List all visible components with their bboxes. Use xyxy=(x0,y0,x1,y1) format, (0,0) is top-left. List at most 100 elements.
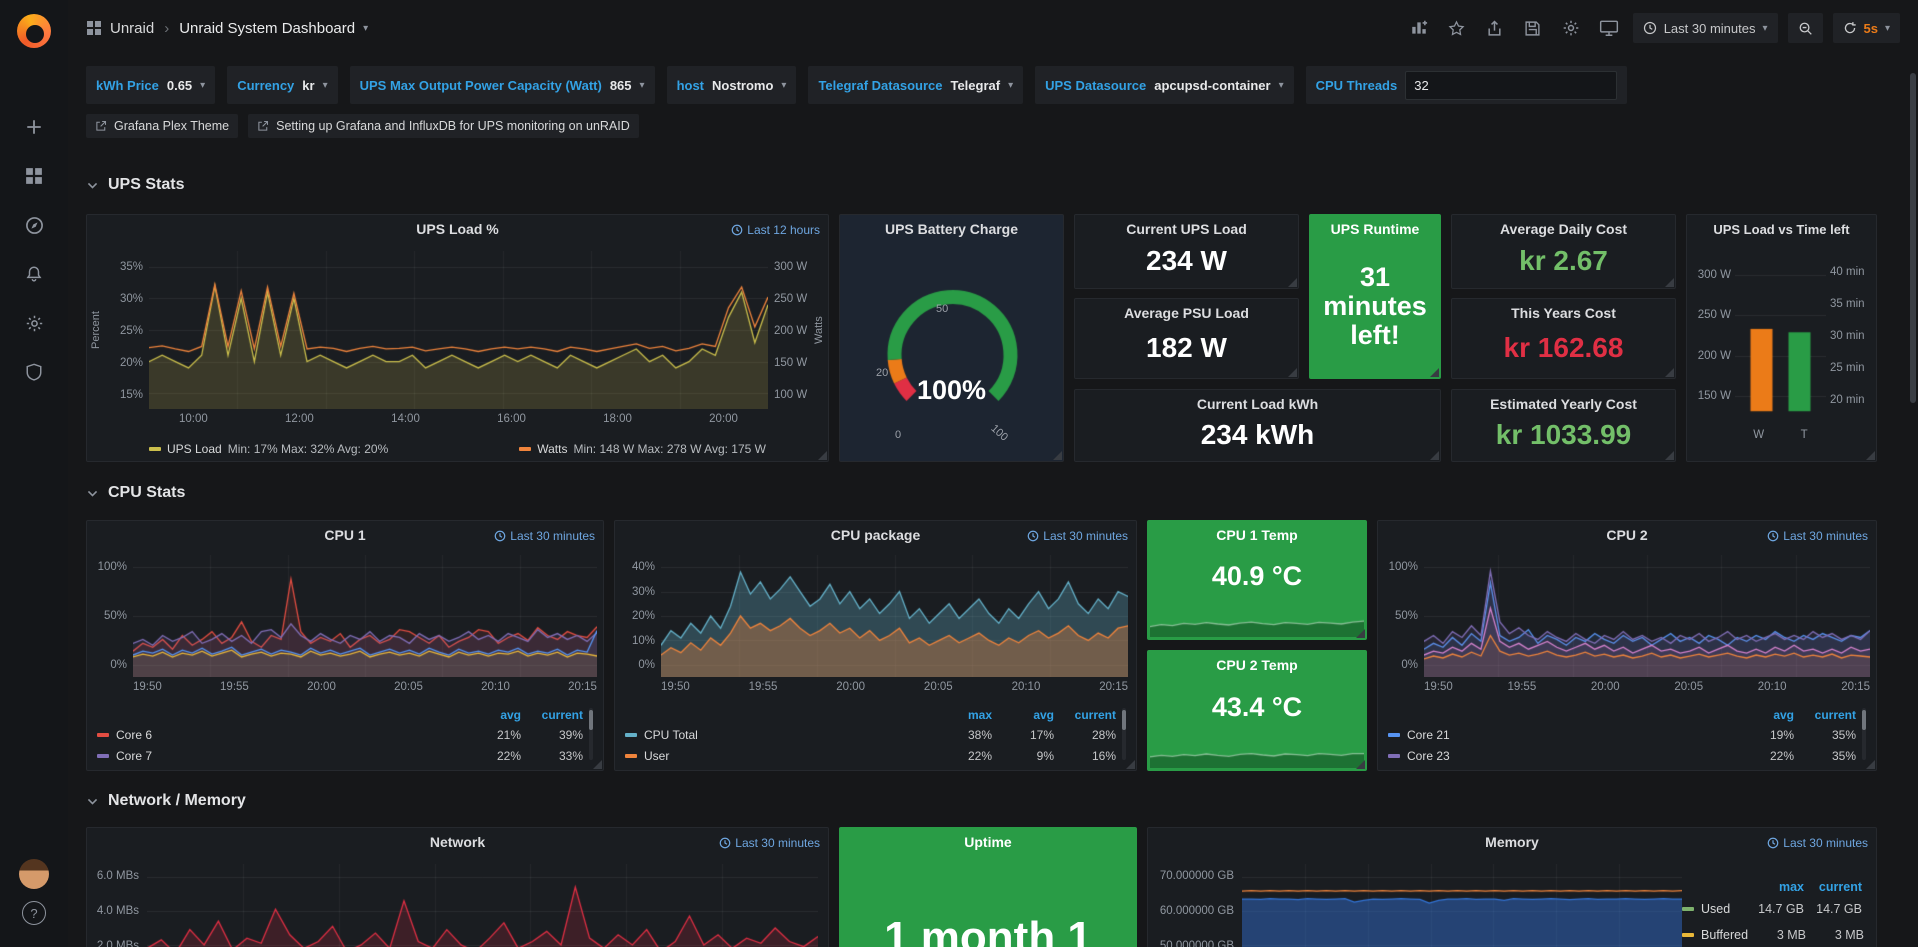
cpu1-chart[interactable] xyxy=(133,555,597,677)
panel-current-ups-load: Current UPS Load 234 W xyxy=(1074,214,1299,289)
variable-ups-max-output[interactable]: UPS Max Output Power Capacity (Watt)865▾ xyxy=(350,66,655,104)
time-override-badge: Last 12 hours xyxy=(731,223,820,237)
dashboard-link[interactable]: Setting up Grafana and InfluxDB for UPS … xyxy=(248,114,639,138)
panel-title[interactable]: UPS Battery Charge xyxy=(840,215,1063,243)
help-icon[interactable]: ? xyxy=(22,901,46,925)
panel-title[interactable]: This Years Cost xyxy=(1452,299,1675,327)
panel-cpu2-temp: CPU 2 Temp 43.4 °C xyxy=(1147,650,1367,771)
y-axis-ticks-right: 300 W250 W200 W150 W100 W xyxy=(774,261,822,401)
stat-value: 1 month 1 xyxy=(840,898,1136,947)
series-color-swatch xyxy=(1388,754,1400,758)
time-override-badge: Last 30 minutes xyxy=(1027,529,1128,543)
panel-title[interactable]: UPS Load vs Time left xyxy=(1687,215,1876,243)
ups-load-chart[interactable] xyxy=(149,251,768,409)
time-override-badge: Last 30 minutes xyxy=(494,529,595,543)
refresh-interval-label: 5s xyxy=(1864,21,1878,36)
variable-cpu-threads[interactable]: CPU Threads32 xyxy=(1306,66,1628,104)
create-icon[interactable] xyxy=(0,107,68,147)
variable-telegraf-datasource[interactable]: Telegraf DatasourceTelegraf▾ xyxy=(808,66,1023,104)
panel-cpu-package: CPU package Last 30 minutes 40%30%20%10%… xyxy=(614,520,1137,771)
add-panel-icon[interactable] xyxy=(1405,14,1433,42)
legend: avgcurrent Core 2119%35% Core 2322%35% xyxy=(1388,706,1856,766)
panel-title[interactable]: Average PSU Load xyxy=(1075,299,1298,327)
row-network-memory[interactable]: Network / Memory xyxy=(86,792,246,810)
user-avatar[interactable] xyxy=(19,859,49,889)
legend-scrollbar[interactable] xyxy=(1122,708,1126,760)
legend-scrollbar[interactable] xyxy=(589,708,593,760)
panel-ups-battery-charge: UPS Battery Charge 0 20 50 100 100% xyxy=(839,214,1064,462)
panel-network: Network Last 30 minutes 6.0 MBs4.0 MBs2.… xyxy=(86,827,829,947)
legend: maxcurrent Used14.7 GB14.7 GB Buffered3 … xyxy=(1682,878,1862,947)
legend: UPS LoadMin: 17% Max: 32% Avg: 20% Watts… xyxy=(149,442,766,456)
legend-row: Used14.7 GB14.7 GB xyxy=(1682,896,1862,922)
template-variables-bar: kWh Price0.65▾ Currencykr▾ UPS Max Outpu… xyxy=(86,66,1878,104)
star-icon[interactable] xyxy=(1443,14,1471,42)
panel-title[interactable]: UPS Runtime xyxy=(1310,215,1440,243)
panel-title[interactable]: UPS Load % xyxy=(87,215,828,243)
x-axis-ticks: 19:5019:5520:0020:0520:1020:15 xyxy=(1424,681,1870,693)
chevron-down-icon: ▾ xyxy=(640,80,645,91)
breadcrumb-app[interactable]: Unraid xyxy=(110,20,154,37)
panel-title[interactable]: Estimated Yearly Cost xyxy=(1452,390,1675,418)
legend-item: WattsMin: 148 W Max: 278 W Avg: 175 W xyxy=(519,442,766,456)
series-color-swatch xyxy=(1388,733,1400,737)
gauge-tick: 50 xyxy=(936,303,948,315)
panel-title[interactable]: Uptime xyxy=(840,828,1136,856)
panel-title[interactable]: Network xyxy=(87,828,828,856)
variable-ups-datasource[interactable]: UPS Datasourceapcupsd-container▾ xyxy=(1035,66,1293,104)
panel-title[interactable]: Average Daily Cost xyxy=(1452,215,1675,243)
network-chart[interactable] xyxy=(147,864,818,947)
series-color-swatch xyxy=(97,733,109,737)
series-color-swatch xyxy=(1682,933,1694,937)
variable-host[interactable]: hostNostromo▾ xyxy=(667,66,797,104)
time-override-badge: Last 30 minutes xyxy=(1767,836,1868,850)
ups-bars-chart[interactable] xyxy=(1735,255,1826,423)
legend-row: Core 621%39% xyxy=(97,724,583,745)
zoom-out-button[interactable] xyxy=(1788,13,1823,43)
stat-value: 234 kWh xyxy=(1075,416,1440,455)
gauge-tick: 100 xyxy=(988,422,1010,443)
chevron-down-icon: ▾ xyxy=(1279,80,1284,91)
panel-title[interactable]: Current UPS Load xyxy=(1075,215,1298,243)
stat-value: kr 1033.99 xyxy=(1452,416,1675,455)
page-scrollbar[interactable] xyxy=(1910,73,1916,403)
row-cpu-stats[interactable]: CPU Stats xyxy=(86,484,185,502)
y-axis-label-percent: Percent xyxy=(89,251,103,409)
panel-this-years-cost: This Years Cost kr 162.68 xyxy=(1451,298,1676,379)
explore-icon[interactable] xyxy=(0,205,68,245)
cpu-package-chart[interactable] xyxy=(661,555,1128,677)
cpu-threads-input[interactable]: 32 xyxy=(1405,71,1617,100)
legend-scrollbar[interactable] xyxy=(1862,708,1866,760)
time-range-picker[interactable]: Last 30 minutes ▾ xyxy=(1633,13,1778,43)
cycle-view-icon[interactable] xyxy=(1595,14,1623,42)
variable-currency[interactable]: Currencykr▾ xyxy=(227,66,337,104)
y-axis-ticks: 70.000000 GB60.000000 GB50.000000 GB xyxy=(1152,870,1234,947)
variable-kwh-price[interactable]: kWh Price0.65▾ xyxy=(86,66,215,104)
y-axis-ticks-right: 40 min35 min30 min25 min20 min xyxy=(1830,266,1874,406)
server-admin-icon[interactable] xyxy=(0,352,68,392)
series-color-swatch xyxy=(149,447,161,451)
x-axis-ticks: 19:5019:5520:0020:0520:1020:15 xyxy=(133,681,597,693)
panel-title[interactable]: Current Load kWh xyxy=(1075,390,1440,418)
gauge-tick: 0 xyxy=(895,429,901,441)
legend-row: Buffered3 MB3 MB xyxy=(1682,922,1862,947)
cpu2-chart[interactable] xyxy=(1424,555,1870,677)
series-color-swatch xyxy=(519,447,531,451)
save-icon[interactable] xyxy=(1519,14,1547,42)
panel-uptime: Uptime 1 month 1 xyxy=(839,827,1137,947)
grafana-logo[interactable] xyxy=(0,8,68,54)
panel-cpu1: CPU 1 Last 30 minutes 100%50%0% 19:5019:… xyxy=(86,520,604,771)
breadcrumb-dashboard[interactable]: Unraid System Dashboard xyxy=(179,20,355,37)
dashboard-link[interactable]: Grafana Plex Theme xyxy=(86,114,238,138)
chevron-down-icon[interactable]: ▾ xyxy=(363,23,368,34)
alerting-icon[interactable] xyxy=(0,254,68,294)
memory-chart[interactable] xyxy=(1242,864,1682,947)
refresh-button[interactable]: 5s ▾ xyxy=(1833,13,1901,43)
dashboards-icon[interactable] xyxy=(0,156,68,196)
configuration-icon[interactable] xyxy=(0,303,68,343)
row-ups-stats[interactable]: UPS Stats xyxy=(86,176,184,194)
share-icon[interactable] xyxy=(1481,14,1509,42)
dashboard-settings-icon[interactable] xyxy=(1557,14,1585,42)
chevron-down-icon: ▾ xyxy=(1885,23,1890,34)
series-color-swatch xyxy=(625,733,637,737)
